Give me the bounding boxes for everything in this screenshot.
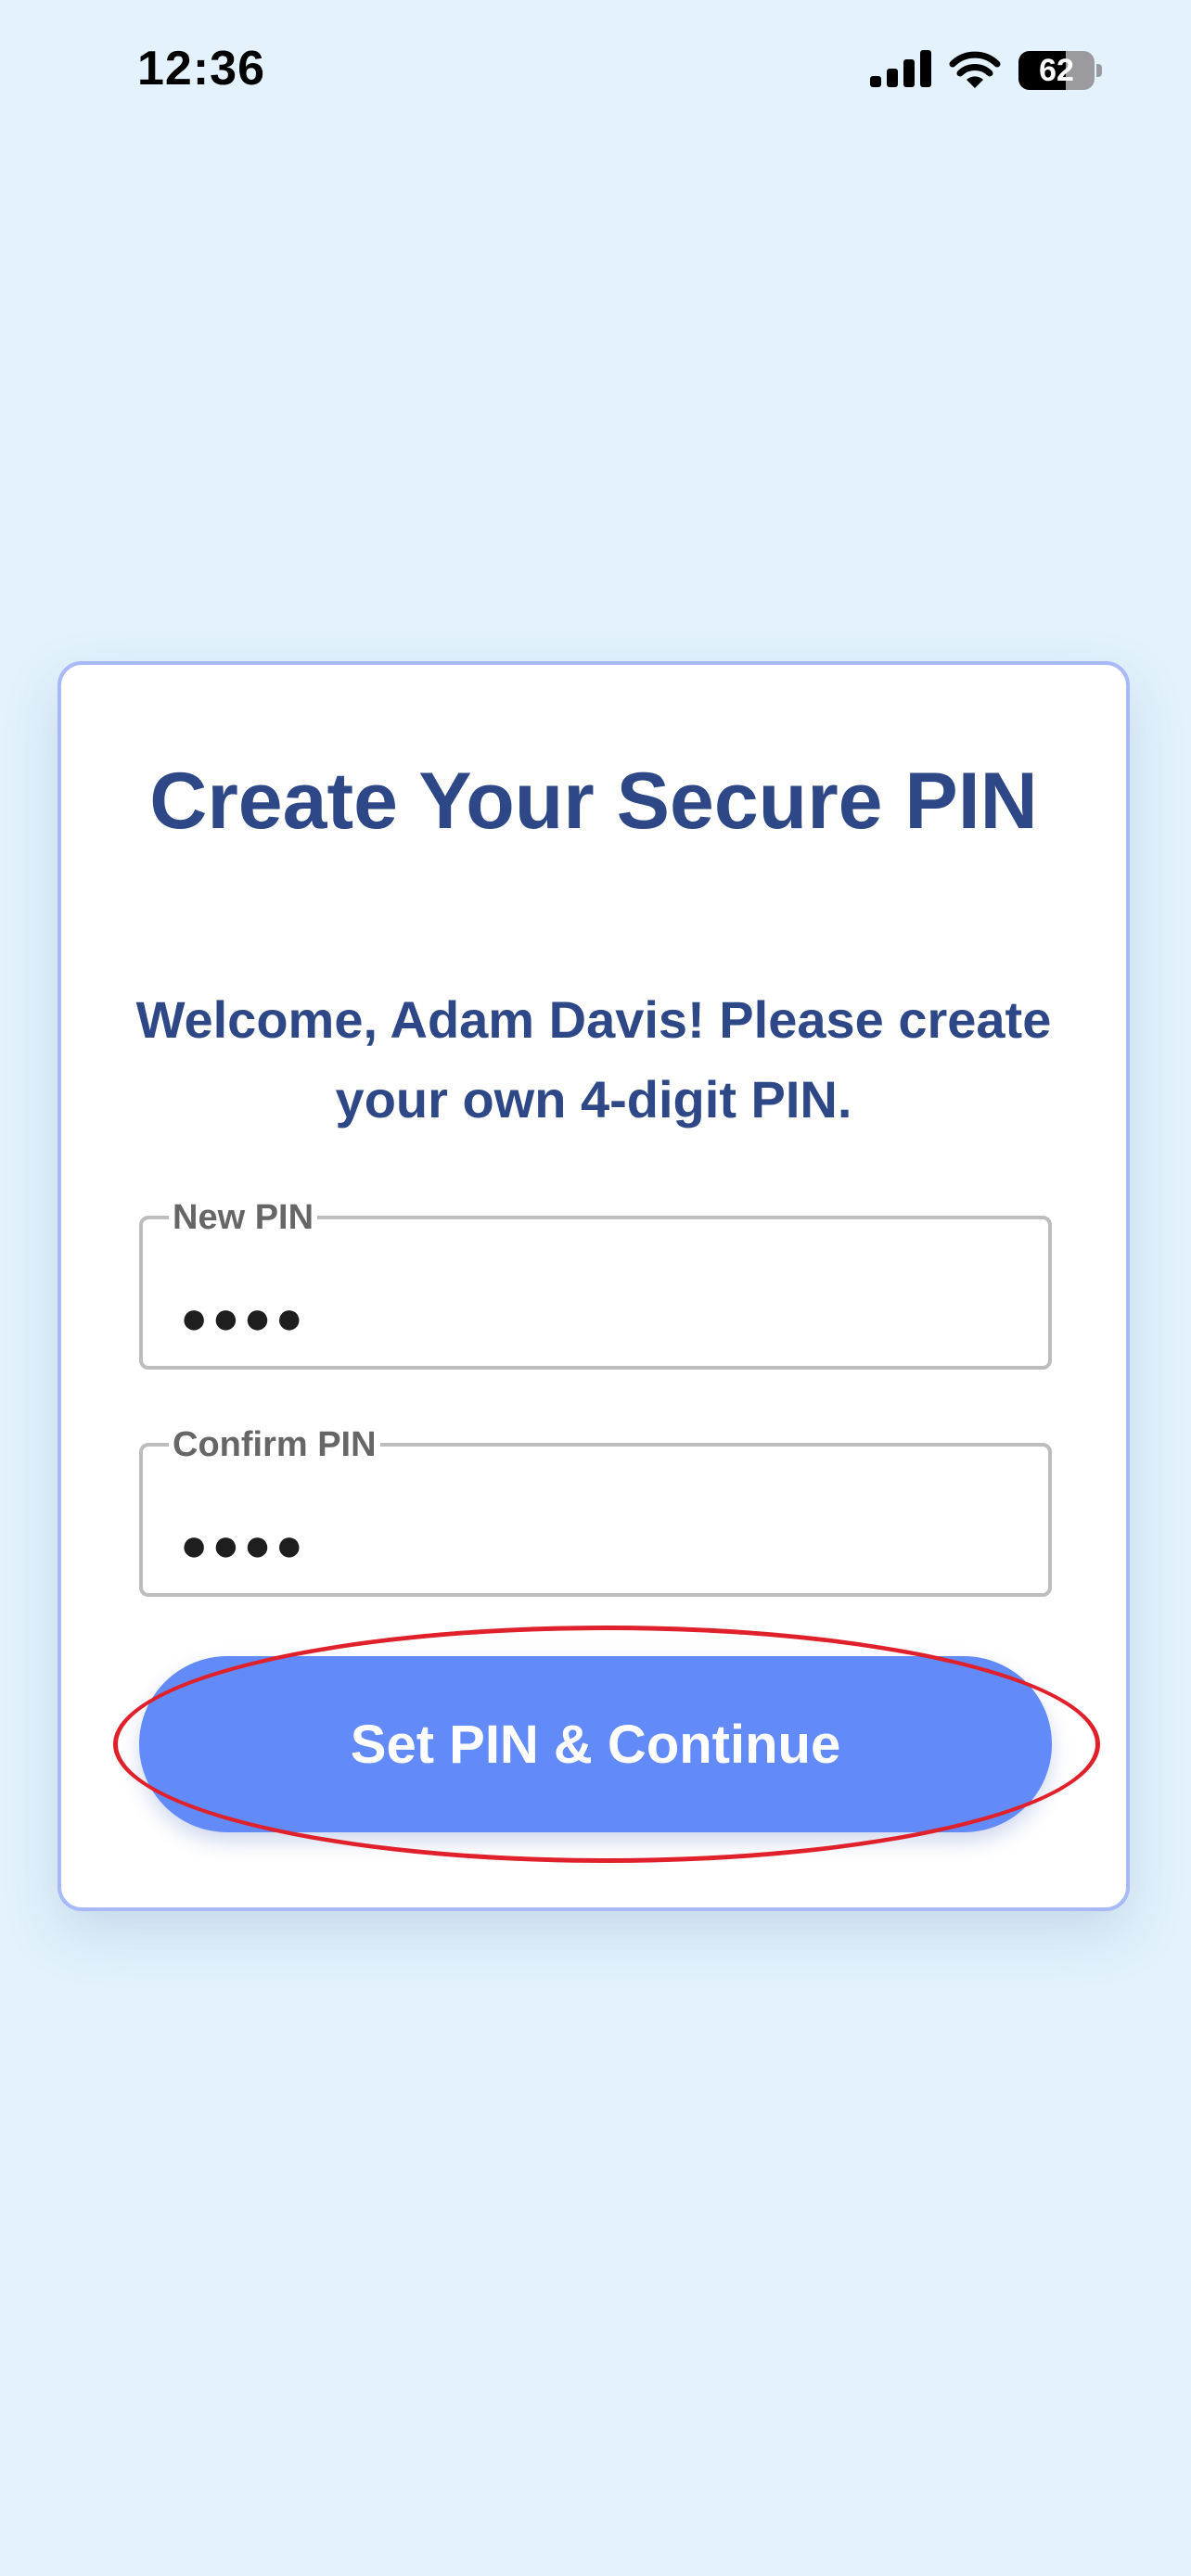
status-icons: 62 <box>870 48 1102 93</box>
battery-level: 62 <box>1039 53 1074 88</box>
battery-icon: 62 <box>1018 51 1095 90</box>
new-pin-label: New PIN <box>173 1198 314 1237</box>
set-pin-continue-button[interactable]: Set PIN & Continue <box>139 1656 1052 1832</box>
new-pin-value: ●●●● <box>180 1292 307 1344</box>
new-pin-field[interactable]: New PIN ●●●● <box>139 1199 1052 1370</box>
status-bar: 12:36 62 <box>0 0 1191 139</box>
battery-cap <box>1096 64 1102 77</box>
confirm-pin-field[interactable]: Confirm PIN ●●●● <box>139 1426 1052 1597</box>
set-pin-continue-label: Set PIN & Continue <box>350 1714 841 1775</box>
wifi-icon <box>948 49 1002 93</box>
confirm-pin-value: ●●●● <box>180 1519 307 1571</box>
status-time: 12:36 <box>137 42 265 96</box>
cellular-signal-icon <box>870 49 931 92</box>
confirm-pin-label: Confirm PIN <box>173 1425 377 1464</box>
page-title: Create Your Secure PIN <box>149 757 1038 846</box>
welcome-message: Welcome, Adam Davis! Please create your … <box>135 990 1052 1129</box>
create-pin-card: Create Your Secure PIN Welcome, Adam Dav… <box>58 661 1130 1911</box>
